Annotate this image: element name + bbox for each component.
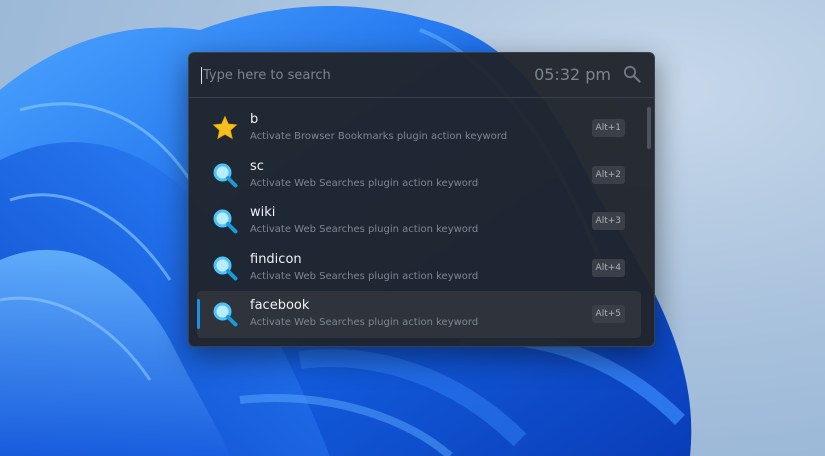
text-caret (201, 67, 202, 84)
launcher-window: 05:32 pm b Activate Browser Bookmarks pl… (188, 52, 655, 347)
result-item[interactable]: sc Activate Web Searches plugin action k… (197, 152, 641, 199)
hotkey-badge: Alt+2 (591, 165, 625, 184)
results-scrollbar[interactable] (647, 105, 651, 343)
web-search-icon (213, 209, 238, 234)
result-title: sc (250, 158, 264, 174)
search-icon[interactable] (623, 65, 641, 83)
hotkey-badge: Alt+1 (591, 119, 625, 137)
result-subtitle: Activate Web Searches plugin action keyw… (250, 177, 479, 189)
web-search-icon (213, 163, 238, 187)
result-item[interactable]: wiki Activate Web Searches plugin action… (197, 198, 641, 245)
results-list: b Activate Browser Bookmarks plugin acti… (189, 105, 649, 338)
hotkey-badge: Alt+3 (591, 212, 625, 230)
star-icon (212, 115, 238, 140)
result-subtitle: Activate Web Searches plugin action keyw… (250, 317, 479, 328)
result-title: facebook (250, 298, 310, 313)
web-search-icon (213, 256, 238, 280)
result-subtitle: Activate Web Searches plugin action keyw… (250, 224, 479, 235)
web-search-icon (213, 302, 238, 327)
result-title: b (250, 112, 259, 127)
result-title: findicon (250, 251, 302, 267)
result-item[interactable]: findicon Activate Web Searches plugin ac… (197, 245, 641, 292)
hotkey-badge: Alt+5 (591, 305, 625, 323)
result-subtitle: Activate Browser Bookmarks plugin action… (250, 131, 508, 142)
result-title: wiki (250, 205, 276, 220)
hotkey-badge: Alt+4 (591, 258, 625, 277)
search-bar: 05:32 pm (189, 53, 654, 98)
result-item-selected[interactable]: facebook Activate Web Searches plugin ac… (197, 291, 641, 338)
clock-time: 05:32 pm (534, 65, 611, 84)
result-item[interactable]: b Activate Browser Bookmarks plugin acti… (197, 105, 641, 152)
scrollbar-thumb[interactable] (647, 107, 651, 149)
selection-indicator (197, 299, 200, 329)
result-subtitle: Activate Web Searches plugin action keyw… (250, 270, 479, 282)
search-input[interactable] (203, 63, 533, 87)
